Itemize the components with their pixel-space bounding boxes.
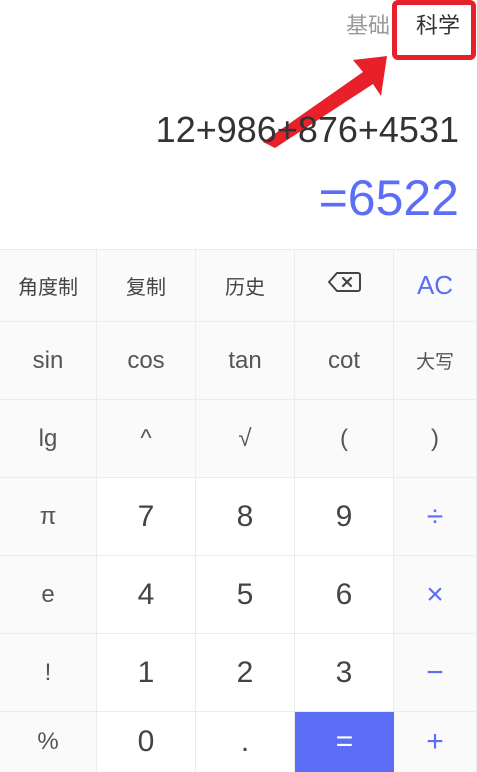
all-clear-button[interactable]: AC [394,250,477,322]
lg-button[interactable]: lg [0,400,97,478]
factorial-button[interactable]: ! [0,634,97,712]
cot-button[interactable]: cot [295,322,394,400]
result-display: =6522 [318,170,459,226]
digit-3-button[interactable]: 3 [295,634,394,712]
pi-button[interactable]: π [0,478,97,556]
sin-button[interactable]: sin [0,322,97,400]
tab-basic[interactable]: 基础 [346,12,390,40]
angle-mode-button[interactable]: 角度制 [0,250,97,322]
equals-button[interactable]: = [295,712,394,772]
digit-6-button[interactable]: 6 [295,556,394,634]
sqrt-button[interactable]: √ [196,400,295,478]
multiply-button[interactable]: × [394,556,477,634]
digit-2-button[interactable]: 2 [196,634,295,712]
minus-button[interactable]: − [394,634,477,712]
history-button[interactable]: 历史 [196,250,295,322]
uppercase-button[interactable]: 大写 [394,322,477,400]
backspace-button[interactable] [295,250,394,322]
plus-button[interactable]: + [394,712,477,772]
digit-1-button[interactable]: 1 [97,634,196,712]
highlight-box [392,0,476,60]
copy-button[interactable]: 复制 [97,250,196,322]
digit-4-button[interactable]: 4 [97,556,196,634]
digit-0-button[interactable]: 0 [97,712,196,772]
percent-button[interactable]: % [0,712,97,772]
digit-7-button[interactable]: 7 [97,478,196,556]
digit-9-button[interactable]: 9 [295,478,394,556]
backspace-icon [327,271,361,300]
power-button[interactable]: ^ [97,400,196,478]
expression-display: 12+986+876+4531 [155,109,459,150]
close-paren-button[interactable]: ) [394,400,477,478]
e-button[interactable]: e [0,556,97,634]
tan-button[interactable]: tan [196,322,295,400]
mode-tabs: 基础 科学 [0,0,477,60]
digit-5-button[interactable]: 5 [196,556,295,634]
divide-button[interactable]: ÷ [394,478,477,556]
cos-button[interactable]: cos [97,322,196,400]
decimal-point-button[interactable]: . [196,712,295,772]
keypad: 角度制 复制 历史 AC sin cos tan cot 大写 lg ^ √() π 7 8 9 ÷ e 4 5 6 ×!… [0,249,477,772]
digit-8-button[interactable]: 8 [196,478,295,556]
open-paren-button[interactable]: ( [295,400,394,478]
